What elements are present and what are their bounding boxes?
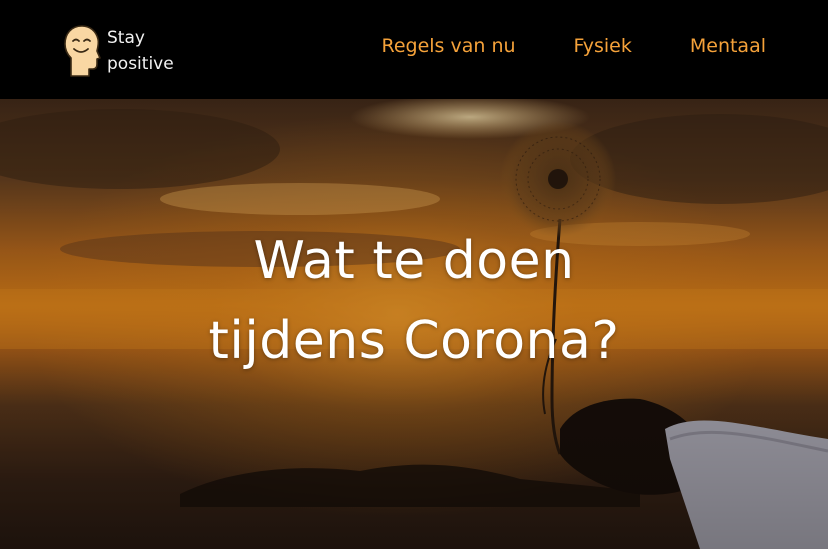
nav-link-fysiek[interactable]: Fysiek xyxy=(574,33,632,59)
nav-link-regels-van-nu[interactable]: Regels van nu xyxy=(381,33,515,59)
brand-name: Stay positive xyxy=(107,25,174,77)
page: Stay positive Regels van nu Fysiek Menta… xyxy=(0,0,828,549)
brand-name-line2: positive xyxy=(107,54,174,74)
hero-banner: Wat te doen tijdens Corona? xyxy=(0,99,828,549)
brand-logo-link[interactable]: Stay positive xyxy=(62,22,174,80)
smiling-head-icon xyxy=(64,25,101,77)
hero-title-line1: Wat te doen xyxy=(253,231,575,291)
hero-title: Wat te doen tijdens Corona? xyxy=(0,221,828,381)
brand-name-line1: Stay xyxy=(107,28,145,48)
main-nav: Regels van nu Fysiek Mentaal xyxy=(381,33,766,59)
top-navigation-bar: Stay positive Regels van nu Fysiek Menta… xyxy=(0,0,828,99)
hero-title-line2: tijdens Corona? xyxy=(208,311,620,371)
nav-link-mentaal[interactable]: Mentaal xyxy=(690,33,766,59)
